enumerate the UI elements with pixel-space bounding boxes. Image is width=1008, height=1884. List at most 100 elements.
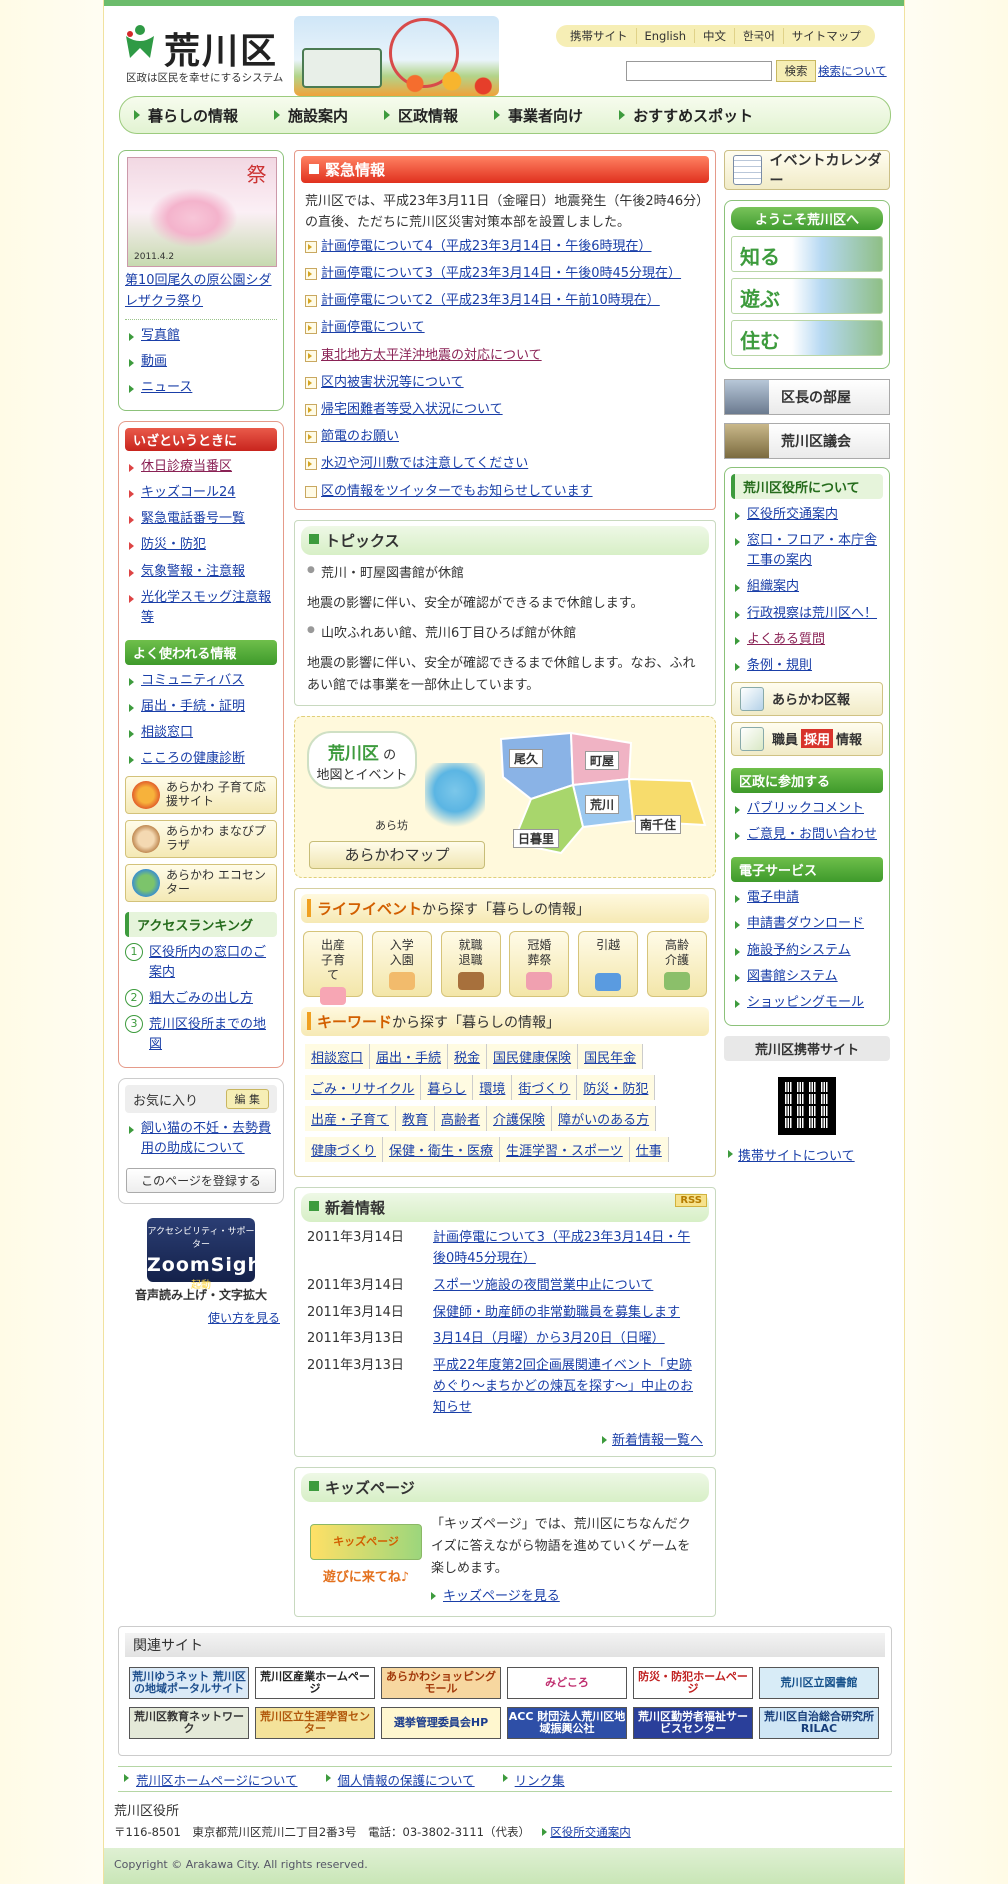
keyword-link[interactable]: 国民年金 <box>578 1044 644 1070</box>
util-mobile[interactable]: 携帯サイト <box>562 28 637 44</box>
related-banner[interactable]: ACC 財団法人荒川区地域振興公社 <box>507 1707 627 1739</box>
frequent-link[interactable]: 相談窓口 <box>125 723 277 743</box>
map-area-label[interactable]: 荒川 <box>585 795 620 815</box>
welcome-live[interactable]: 住む <box>731 320 883 356</box>
frequent-link[interactable]: 届出・手続・証明 <box>125 697 277 717</box>
footer-access-link[interactable]: 区役所交通案内 <box>550 1825 631 1839</box>
ranking-link[interactable]: 粗大ごみの出し方 <box>149 989 253 1009</box>
urgent-link[interactable]: 計画停電について4（平成23年3月14日・午後6時現在） <box>305 238 709 256</box>
keyword-link[interactable]: 防災・防犯 <box>577 1075 656 1101</box>
event-poster[interactable]: 祭 2011.4.2 <box>127 157 277 267</box>
util-korean[interactable]: 한국어 <box>735 28 784 44</box>
urgent-link[interactable]: 区内被害状況等について <box>305 374 709 392</box>
util-sitemap[interactable]: サイトマップ <box>784 28 869 44</box>
keyword-link[interactable]: 障がいのある方 <box>552 1106 657 1132</box>
keyword-link[interactable]: 暮らし <box>421 1075 474 1101</box>
keyword-link[interactable]: 生涯学習・スポーツ <box>500 1137 630 1163</box>
gnav-business[interactable]: 事業者向け <box>480 105 583 126</box>
keyword-link[interactable]: 国民健康保険 <box>487 1044 579 1070</box>
office-link[interactable]: 窓口・フロア・本庁舎工事の案内 <box>731 531 883 571</box>
news-link[interactable]: 保健師・助産師の非常勤職員を募集します <box>433 1303 680 1324</box>
util-english[interactable]: English <box>637 29 696 43</box>
pr-bulletin-button[interactable]: あらかわ区報 <box>731 681 883 716</box>
related-banner[interactable]: 荒川ゆうネット 荒川区の地域ポータルサイト <box>129 1667 249 1699</box>
keyword-link[interactable]: 仕事 <box>629 1137 669 1163</box>
ranking-link[interactable]: 区役所内の窓口のご案内 <box>149 943 277 983</box>
urgent-link[interactable]: 計画停電について <box>305 319 709 337</box>
search-input[interactable] <box>626 61 772 81</box>
mobile-site-link[interactable]: 携帯サイトについて <box>738 1149 855 1164</box>
life-event-elderly[interactable]: 高齢 介護 <box>646 931 707 998</box>
eservice-link[interactable]: 電子申請 <box>731 888 883 908</box>
media-link-news[interactable]: ニュース <box>125 378 277 398</box>
emergency-link[interactable]: キッズコール24 <box>125 483 277 503</box>
map-area-label[interactable]: 町屋 <box>585 751 620 771</box>
ranking-item[interactable]: 1 区役所内の窓口のご案内 <box>125 942 277 983</box>
eservice-link[interactable]: 施設予約システム <box>731 941 883 961</box>
arakawa-map-button[interactable]: あらかわマップ <box>309 841 485 870</box>
emergency-link[interactable]: 気象警報・注意報 <box>125 562 277 582</box>
keyword-link[interactable]: 環境 <box>473 1075 513 1101</box>
news-link[interactable]: 3月14日（月曜）から3月20日（日曜） <box>433 1329 665 1350</box>
keyword-link[interactable]: 教育 <box>396 1106 436 1132</box>
office-link[interactable]: よくある質問 <box>731 630 883 650</box>
footer-link[interactable]: 個人情報の保護について <box>325 1770 475 1789</box>
related-banner[interactable]: 荒川区勤労者福祉サービスセンター <box>633 1707 753 1739</box>
news-link[interactable]: 平成22年度第2回企画展関連イベント「史跡めぐり～まちかどの煉瓦を探す～」中止の… <box>433 1356 703 1418</box>
search-help-link[interactable]: 検索について <box>818 63 887 79</box>
related-banner[interactable]: 荒川区立生涯学習センター <box>255 1707 375 1739</box>
emergency-link[interactable]: 緊急電話番号一覧 <box>125 509 277 529</box>
gnav-living[interactable]: 暮らしの情報 <box>120 105 238 126</box>
media-link-video[interactable]: 動画 <box>125 352 277 372</box>
welcome-know[interactable]: 知る <box>731 236 883 272</box>
map-area-label[interactable]: 尾久 <box>509 749 544 769</box>
favorite-link[interactable]: 飼い猫の不妊・去勢費用の助成について <box>125 1119 277 1159</box>
kids-banner[interactable]: キッズページ 遊びに来てね♪ <box>301 1514 431 1608</box>
office-link[interactable]: 条例・規則 <box>731 656 883 676</box>
keyword-link[interactable]: 介護保険 <box>487 1106 553 1132</box>
frequent-link[interactable]: コミュニティバス <box>125 671 277 691</box>
frequent-link[interactable]: こころの健康診断 <box>125 749 277 769</box>
office-link[interactable]: 区役所交通案内 <box>731 505 883 525</box>
zoomsight-button[interactable]: アクセシビリティ・サポーター ZoomSight 起動 <box>147 1217 271 1291</box>
mayor-room-button[interactable]: 区長の部屋 <box>724 379 890 415</box>
keyword-link[interactable]: 届出・手続 <box>370 1044 449 1070</box>
emergency-link[interactable]: 光化学スモッグ注意報等 <box>125 588 277 628</box>
keyword-link[interactable]: 相談窓口 <box>305 1044 371 1070</box>
recruit-button[interactable]: 職員 採用 情報 <box>731 721 883 756</box>
office-link[interactable]: 行政視察は荒川区へ！ <box>731 604 883 624</box>
related-banner[interactable]: 荒川区自治総合研究所 RILAC <box>759 1707 879 1739</box>
banner-learning[interactable]: あらかわ まなびプラザ <box>125 819 277 858</box>
search-button[interactable]: 検索 <box>776 60 816 82</box>
event-link[interactable]: 第10回尾久の原公園シダレザクラ祭り <box>125 271 277 313</box>
ranking-item[interactable]: 2 粗大ごみの出し方 <box>125 988 277 1009</box>
keyword-link[interactable]: ごみ・リサイクル <box>305 1075 422 1101</box>
media-link-photo[interactable]: 写真館 <box>125 326 277 346</box>
council-button[interactable]: 荒川区議会 <box>724 423 890 459</box>
news-link[interactable]: 計画停電について3（平成23年3月14日・午後0時45分現在） <box>433 1228 703 1270</box>
footer-link[interactable]: 荒川区ホームページについて <box>124 1770 298 1789</box>
participate-link[interactable]: ご意見・お問い合わせ <box>731 825 883 845</box>
life-event-moving[interactable]: 引越 <box>578 931 639 998</box>
keyword-link[interactable]: 保健・衛生・医療 <box>383 1137 501 1163</box>
map-area-label[interactable]: 日暮里 <box>513 829 560 849</box>
util-chinese[interactable]: 中文 <box>695 28 736 44</box>
banner-childcare[interactable]: あらかわ 子育て応援サイト <box>125 775 277 814</box>
eservice-link[interactable]: ショッピングモール <box>731 993 883 1013</box>
register-page-button[interactable]: このページを登録する <box>126 1167 276 1193</box>
banner-eco[interactable]: あらかわ エコセンター <box>125 863 277 902</box>
zoomsight-howto-link[interactable]: 使い方を見る <box>208 1311 280 1325</box>
urgent-link[interactable]: 帰宅困難者等受入状況について <box>305 401 709 419</box>
news-link[interactable]: スポーツ施設の夜間営業中止について <box>433 1276 653 1297</box>
life-event-job[interactable]: 就職 退職 <box>440 931 501 998</box>
life-event-school[interactable]: 入学 入園 <box>371 931 432 998</box>
urgent-link[interactable]: 東北地方太平洋沖地震の対応について <box>305 347 709 365</box>
related-banner[interactable]: あらかわショッピングモール <box>381 1667 501 1699</box>
footer-link[interactable]: リンク集 <box>502 1770 565 1789</box>
eservice-link[interactable]: 図書館システム <box>731 967 883 987</box>
gnav-government[interactable]: 区政情報 <box>370 105 458 126</box>
map-area-label[interactable]: 南千住 <box>635 815 682 835</box>
keyword-link[interactable]: 高齢者 <box>435 1106 488 1132</box>
gnav-spots[interactable]: おすすめスポット <box>605 105 753 126</box>
related-banner[interactable]: 荒川区教育ネットワーク <box>129 1707 249 1739</box>
